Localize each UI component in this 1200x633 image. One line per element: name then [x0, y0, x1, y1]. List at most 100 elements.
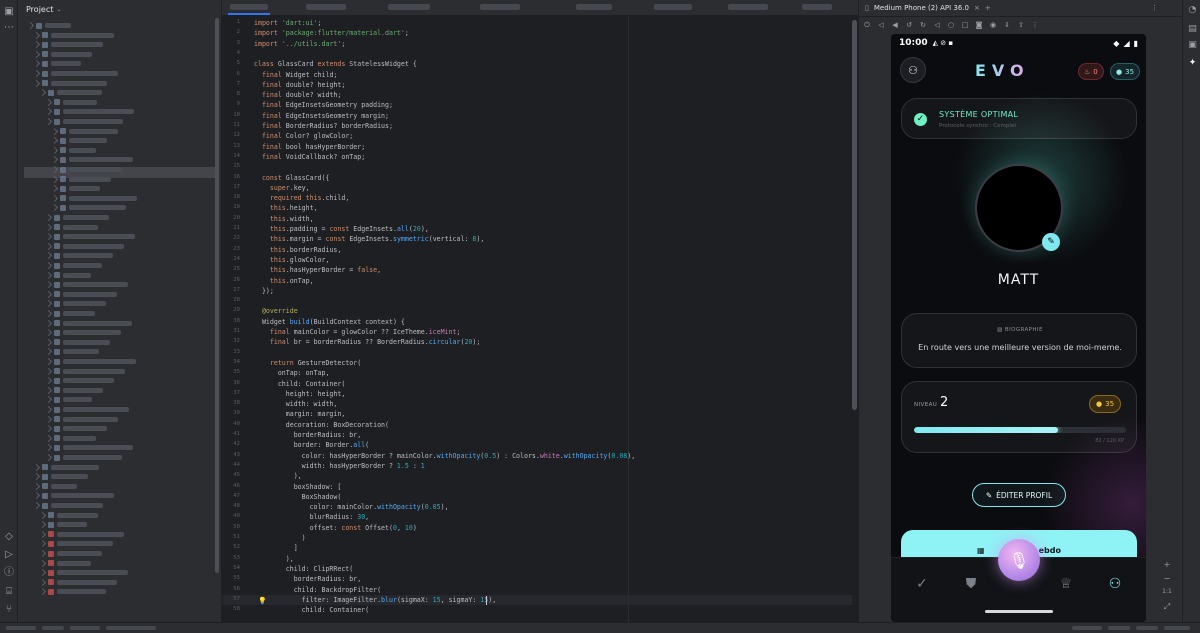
voice-mic-button[interactable]: 🎙: [998, 539, 1040, 581]
line-number[interactable]: 27: [222, 287, 240, 293]
code-line[interactable]: import '../utils.dart';: [254, 39, 345, 49]
code-line[interactable]: this.onTap,: [254, 276, 314, 286]
tree-item[interactable]: [32, 69, 118, 78]
line-number[interactable]: 1: [222, 19, 240, 25]
chevron-right-icon[interactable]: [44, 415, 53, 423]
volume-down-icon[interactable]: ◀: [891, 21, 899, 29]
line-number[interactable]: 15: [222, 163, 240, 169]
code-line[interactable]: child: Container(: [254, 379, 346, 389]
project-tool-icon[interactable]: ▣: [3, 6, 15, 18]
code-line[interactable]: BoxShadow(: [254, 492, 342, 502]
line-number[interactable]: 50: [222, 524, 240, 530]
tree-item[interactable]: [44, 405, 129, 414]
device-manager-icon[interactable]: ▣: [1187, 40, 1198, 51]
edit-avatar-button[interactable]: ✎: [1042, 233, 1060, 251]
line-number[interactable]: 21: [222, 225, 240, 231]
line-number[interactable]: 40: [222, 421, 240, 427]
tree-item[interactable]: [50, 165, 122, 174]
code-line[interactable]: final BorderRadius? borderRadius;: [254, 121, 393, 131]
tree-item[interactable]: [50, 136, 107, 145]
code-line[interactable]: final EdgeInsetsGeometry margin;: [254, 111, 389, 121]
code-editor[interactable]: 1 import 'dart:ui'; 2 import 'package:flutt…: [222, 0, 858, 622]
close-icon[interactable]: ×: [974, 4, 980, 12]
line-number[interactable]: 55: [222, 575, 240, 581]
code-line[interactable]: margin: margin,: [254, 409, 346, 419]
account-button[interactable]: ⚇: [900, 57, 926, 83]
line-number[interactable]: 12: [222, 132, 240, 138]
code-line[interactable]: ): [254, 533, 306, 543]
code-line[interactable]: decoration: BoxDecoration(: [254, 420, 389, 430]
nav-trophy-icon[interactable]: ♕: [1056, 574, 1076, 594]
tree-item[interactable]: [50, 175, 111, 184]
tree-item[interactable]: [44, 386, 103, 395]
tree-item[interactable]: [50, 203, 126, 212]
code-line[interactable]: required this.child,: [254, 193, 349, 203]
terminal-icon[interactable]: ⌸: [3, 586, 15, 598]
chevron-right-icon[interactable]: [38, 511, 47, 519]
code-line[interactable]: final double? height;: [254, 80, 345, 90]
tree-item[interactable]: [44, 424, 107, 433]
tree-item[interactable]: [44, 242, 124, 251]
line-number[interactable]: 58: [222, 606, 240, 612]
code-line[interactable]: super.key,: [254, 183, 310, 193]
system-status-card[interactable]: ✓ SYSTÈME OPTIMAL Protocole synchro : Co…: [901, 98, 1137, 139]
line-number[interactable]: 2: [222, 29, 240, 35]
line-number[interactable]: 38: [222, 400, 240, 406]
line-number[interactable]: 9: [222, 101, 240, 107]
chevron-right-icon[interactable]: [44, 396, 53, 404]
problems-icon[interactable]: ⓘ: [3, 567, 15, 579]
add-device-icon[interactable]: +: [985, 4, 991, 12]
line-number[interactable]: 19: [222, 204, 240, 210]
tree-item[interactable]: [44, 357, 136, 366]
chevron-right-icon[interactable]: [32, 31, 41, 39]
level-card[interactable]: NIVEAU 2 ● 35 82 / 120 XP: [901, 381, 1137, 453]
line-number[interactable]: 34: [222, 359, 240, 365]
chevron-right-icon[interactable]: [44, 329, 53, 337]
code-line[interactable]: color: hasHyperBorder ? mainColor.withOp…: [254, 451, 636, 461]
lightbulb-icon[interactable]: 💡: [258, 597, 267, 605]
tree-item[interactable]: [50, 127, 118, 136]
chevron-right-icon[interactable]: [38, 549, 47, 558]
screenshot-icon[interactable]: ◙: [975, 21, 983, 29]
tree-item[interactable]: [44, 299, 106, 308]
tree-item[interactable]: [44, 213, 109, 222]
tree-item[interactable]: [44, 280, 128, 289]
tree-item[interactable]: [32, 472, 88, 481]
line-number[interactable]: 35: [222, 369, 240, 375]
tree-item[interactable]: [44, 376, 114, 385]
code-line[interactable]: color: mainColor.withOpacity(0.05),: [254, 502, 449, 512]
chevron-right-icon[interactable]: [44, 213, 53, 222]
ai-assistant-icon[interactable]: ✦: [1187, 58, 1198, 69]
line-number[interactable]: 22: [222, 235, 240, 241]
tree-item[interactable]: [38, 511, 98, 520]
chevron-right-icon[interactable]: [44, 98, 53, 106]
code-line[interactable]: offset: const Offset(0, 10): [254, 523, 417, 533]
nav-profile-icon[interactable]: ⚇: [1105, 574, 1125, 594]
line-number[interactable]: 43: [222, 452, 240, 458]
code-line[interactable]: final br = borderRadius ?? BorderRadius.…: [254, 337, 480, 347]
chevron-right-icon[interactable]: [50, 156, 59, 164]
chevron-right-icon[interactable]: [44, 434, 53, 442]
code-line[interactable]: final EdgeInsetsGeometry padding;: [254, 100, 393, 110]
code-line[interactable]: ),: [254, 471, 302, 481]
tree-item[interactable]: [32, 491, 114, 500]
status-encoding[interactable]: [1108, 626, 1130, 630]
tree-item[interactable]: [38, 568, 128, 577]
status-breadcrumb[interactable]: [106, 626, 156, 630]
chevron-right-icon[interactable]: [44, 367, 53, 375]
nav-tasks-check-icon[interactable]: ✓: [912, 574, 932, 594]
record-icon[interactable]: ◉: [989, 21, 997, 29]
code-line[interactable]: });: [254, 286, 274, 296]
code-line[interactable]: this.hasHyperBorder = false,: [254, 265, 381, 275]
code-line[interactable]: width: width,: [254, 399, 338, 409]
line-number[interactable]: 26: [222, 277, 240, 283]
tree-item[interactable]: [38, 559, 91, 568]
code-line[interactable]: child: Container(: [254, 605, 370, 615]
chevron-right-icon[interactable]: [50, 146, 59, 154]
code-line[interactable]: boxShadow: [: [254, 482, 342, 492]
tree-item[interactable]: [50, 184, 100, 193]
status-position[interactable]: [1072, 626, 1102, 630]
line-number[interactable]: 10: [222, 112, 240, 118]
chevron-right-icon[interactable]: [44, 281, 53, 289]
code-line[interactable]: this.borderRadius,: [254, 245, 341, 255]
